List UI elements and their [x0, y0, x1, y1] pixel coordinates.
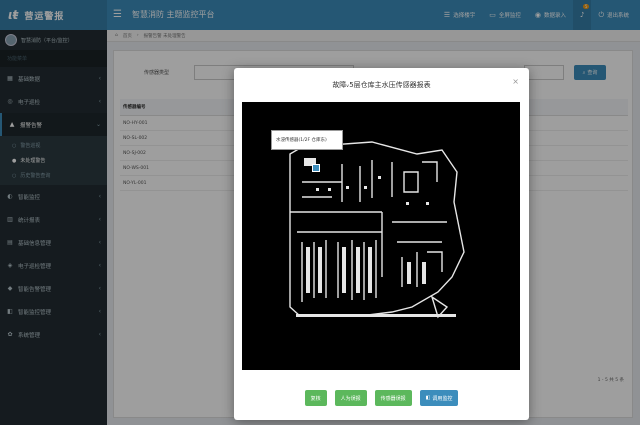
- human-false-alarm-label: 人为误报: [340, 395, 361, 402]
- camera-icon: ◧: [425, 395, 431, 401]
- close-icon[interactable]: ×: [512, 77, 519, 86]
- modal-title: 故障ᵥ5层仓库主水压传感器报表: [332, 81, 431, 89]
- review-button[interactable]: 复核: [304, 390, 327, 406]
- call-monitor-modal-label: 调用监控: [432, 395, 453, 402]
- sensor-location-marker[interactable]: [312, 164, 320, 172]
- call-monitor-modal-button[interactable]: ◧ 调用监控: [419, 390, 459, 406]
- sensor-alarm-modal: 故障ᵥ5层仓库主水压传感器报表 × 水浸传感器(1/2F 仓库东) 复核 人为误…: [234, 68, 529, 420]
- review-button-label: 复核: [310, 395, 321, 402]
- floor-plan-map[interactable]: 水浸传感器(1/2F 仓库东): [242, 102, 520, 370]
- modal-footer: 复核 人为误报 传感器误报 ◧ 调用监控: [234, 390, 529, 406]
- sensor-tooltip: 水浸传感器(1/2F 仓库东): [271, 130, 343, 150]
- sensor-false-alarm-label: 传感器误报: [380, 395, 406, 402]
- sensor-false-alarm-button[interactable]: 传感器误报: [374, 390, 412, 406]
- human-false-alarm-button[interactable]: 人为误报: [334, 390, 367, 406]
